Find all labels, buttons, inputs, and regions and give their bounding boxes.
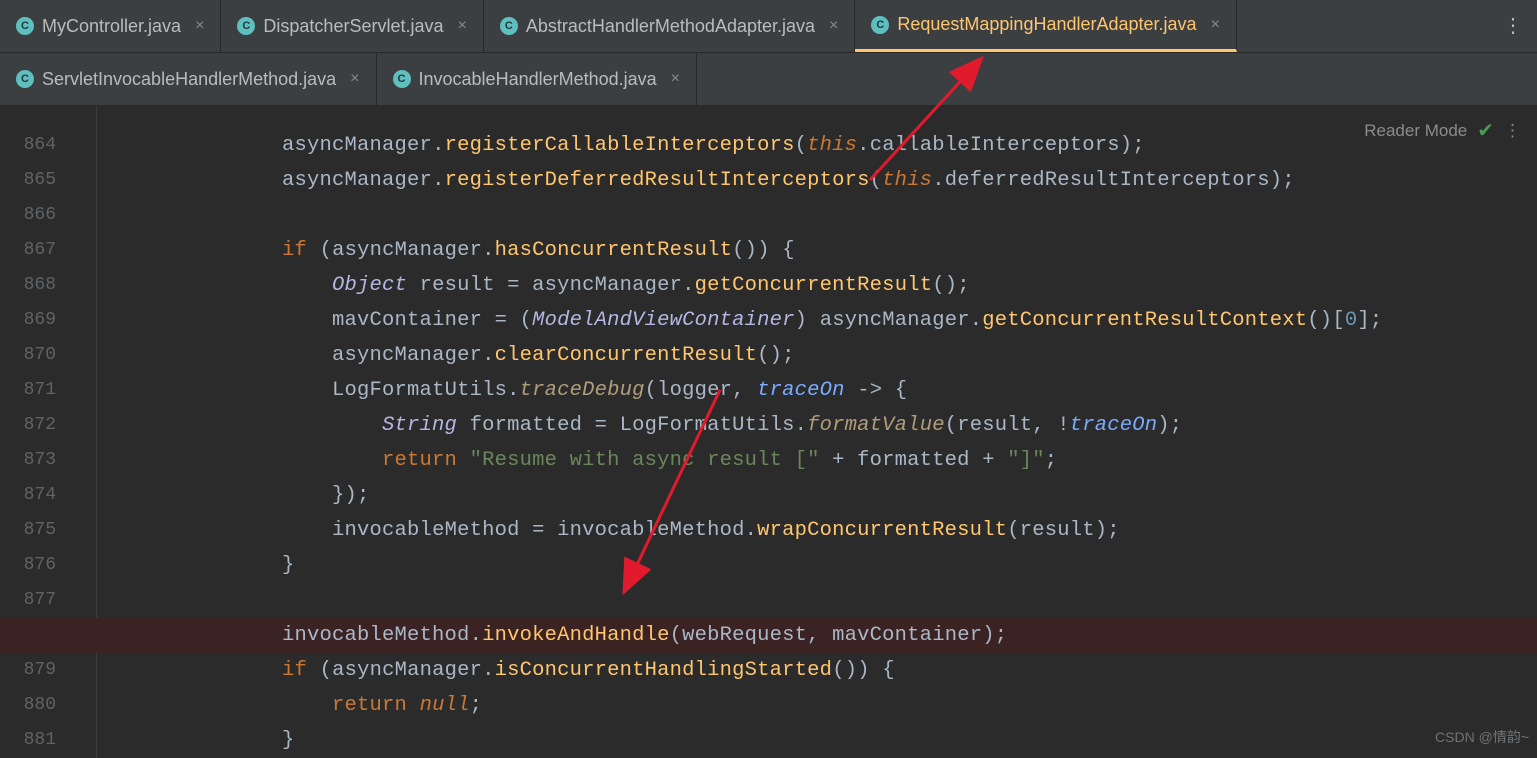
line-number[interactable]: 866 <box>0 198 96 233</box>
line-number[interactable]: 867 <box>0 233 96 268</box>
line-number[interactable]: 868 <box>0 268 96 303</box>
java-class-icon: C <box>500 17 518 35</box>
code-line-868[interactable]: Object result = asyncManager.getConcurre… <box>132 268 1537 303</box>
tab-label: ServletInvocableHandlerMethod.java <box>42 69 336 90</box>
line-number[interactable]: 870 <box>0 338 96 373</box>
code-line-865[interactable]: asyncManager.registerDeferredResultInter… <box>132 163 1537 198</box>
code-line-877[interactable] <box>132 583 1537 618</box>
line-number[interactable]: 872 <box>0 408 96 443</box>
line-number[interactable]: 875 <box>0 513 96 548</box>
java-class-icon: C <box>237 17 255 35</box>
line-number[interactable]: 865 <box>0 163 96 198</box>
java-class-icon: C <box>393 70 411 88</box>
editor[interactable]: 8648658668678688698708718728738748758768… <box>0 106 1537 758</box>
line-number[interactable]: 869 <box>0 303 96 338</box>
tab-bar: C MyController.java × C DispatcherServlet.ja… <box>0 0 1537 106</box>
close-icon[interactable]: × <box>1211 16 1220 34</box>
watermark: CSDN @情韵~ <box>1435 727 1529 747</box>
line-number[interactable]: 876 <box>0 548 96 583</box>
close-icon[interactable]: × <box>671 70 680 88</box>
tab-label: InvocableHandlerMethod.java <box>419 69 657 90</box>
line-number[interactable]: 877 <box>0 583 96 618</box>
code-line-881[interactable]: } <box>132 723 1537 758</box>
reader-mode-label: Reader Mode <box>1364 121 1467 141</box>
kebab-icon[interactable]: ⋮ <box>1504 121 1521 141</box>
tab-mycontroller-java[interactable]: C MyController.java × <box>0 0 221 52</box>
code-line-876[interactable]: } <box>132 548 1537 583</box>
reader-mode-indicator[interactable]: Reader Mode ✔ ⋮ <box>1364 118 1521 143</box>
code-line-866[interactable] <box>132 198 1537 233</box>
tab-invocablehandlermethod-java[interactable]: C InvocableHandlerMethod.java × <box>377 53 698 105</box>
tab-label: AbstractHandlerMethodAdapter.java <box>526 16 815 37</box>
line-number-gutter: 8648658668678688698708718728738748758768… <box>0 106 96 758</box>
code-line-874[interactable]: }); <box>132 478 1537 513</box>
more-tabs-menu[interactable]: ⋮ <box>1503 0 1523 52</box>
tab-dispatcherservlet-java[interactable]: C DispatcherServlet.java × <box>221 0 483 52</box>
code-line-871[interactable]: LogFormatUtils.traceDebug(logger, traceO… <box>132 373 1537 408</box>
code-area[interactable]: asyncManager.registerCallableInterceptor… <box>114 106 1537 758</box>
line-number[interactable]: 874 <box>0 478 96 513</box>
close-icon[interactable]: × <box>458 17 467 35</box>
line-number[interactable]: 879 <box>0 653 96 688</box>
close-icon[interactable]: × <box>829 17 838 35</box>
close-icon[interactable]: × <box>195 17 204 35</box>
code-line-872[interactable]: String formatted = LogFormatUtils.format… <box>132 408 1537 443</box>
java-class-icon: C <box>16 70 34 88</box>
java-class-icon: C <box>16 17 34 35</box>
code-line-869[interactable]: mavContainer = (ModelAndViewContainer) a… <box>132 303 1537 338</box>
checkmark-icon: ✔ <box>1477 118 1494 143</box>
line-number[interactable]: 880 <box>0 688 96 723</box>
close-icon[interactable]: × <box>350 70 359 88</box>
tab-requestmappinghandleradapter-java[interactable]: C RequestMappingHandlerAdapter.java × <box>855 0 1237 52</box>
tab-label: DispatcherServlet.java <box>263 16 443 37</box>
code-line-879[interactable]: if (asyncManager.isConcurrentHandlingSta… <box>132 653 1537 688</box>
tab-label: RequestMappingHandlerAdapter.java <box>897 14 1196 35</box>
java-class-icon: C <box>871 16 889 34</box>
code-line-867[interactable]: if (asyncManager.hasConcurrentResult()) … <box>132 233 1537 268</box>
code-line-878[interactable]: invocableMethod.invokeAndHandle(webReque… <box>0 618 1537 653</box>
tab-abstracthandlermethodadapter-java[interactable]: C AbstractHandlerMethodAdapter.java × <box>484 0 856 52</box>
code-line-873[interactable]: return "Resume with async result [" + fo… <box>132 443 1537 478</box>
code-line-870[interactable]: asyncManager.clearConcurrentResult(); <box>132 338 1537 373</box>
line-number[interactable]: 871 <box>0 373 96 408</box>
code-line-875[interactable]: invocableMethod = invocableMethod.wrapCo… <box>132 513 1537 548</box>
tab-servletinvocablehandlermethod-java[interactable]: C ServletInvocableHandlerMethod.java × <box>0 53 377 105</box>
line-number[interactable]: 873 <box>0 443 96 478</box>
line-number[interactable]: 881 <box>0 723 96 758</box>
code-line-864[interactable]: asyncManager.registerCallableInterceptor… <box>132 128 1537 163</box>
fold-bar <box>96 106 114 758</box>
tab-label: MyController.java <box>42 16 181 37</box>
code-line-880[interactable]: return null; <box>132 688 1537 723</box>
line-number[interactable]: 864 <box>0 128 96 163</box>
